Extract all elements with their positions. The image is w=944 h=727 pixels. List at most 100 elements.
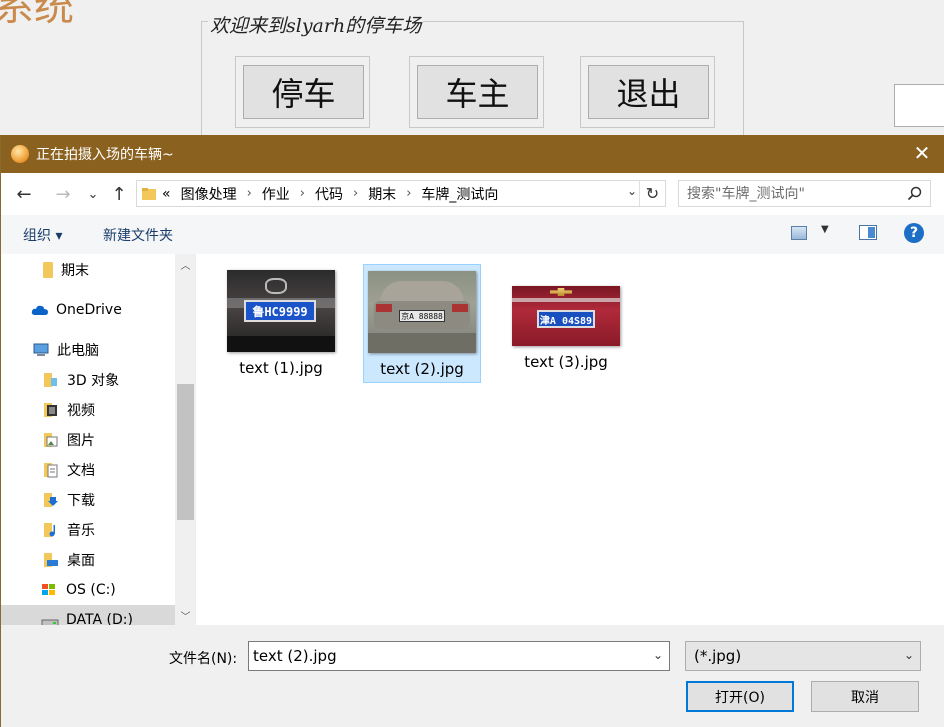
app-title-fragment: 系统 xyxy=(0,0,74,30)
file-name: text (3).jpg xyxy=(524,353,608,371)
tree-item-desktop[interactable]: 桌面 xyxy=(1,545,176,575)
file-list-pane[interactable]: 鲁HC9999 text (1).jpg 京A 88888 text (2).j… xyxy=(198,254,944,625)
file-item[interactable]: 京A 88888 text (2).jpg xyxy=(363,264,481,383)
folder-icon xyxy=(43,262,53,278)
refresh-button[interactable]: ↻ xyxy=(639,181,665,206)
dialog-footer: 文件名(N): ⌄ (*.jpg) ⌄ 打开(O) 取消 xyxy=(1,625,944,727)
file-name: text (1).jpg xyxy=(239,359,323,377)
tree-item-downloads[interactable]: 下载 xyxy=(1,485,176,515)
breadcrumb: « 图像处理 › 作业 › 代码 › 期末 › 车牌_测试向 xyxy=(162,184,498,204)
search-box[interactable] xyxy=(678,180,931,207)
tree-item-drive-d[interactable]: DATA (D:) xyxy=(1,605,176,625)
chevron-right-icon[interactable]: › xyxy=(353,186,358,201)
change-view-icon[interactable] xyxy=(791,226,807,240)
filename-combobox[interactable]: ⌄ xyxy=(248,641,670,671)
tree-item-label: 音乐 xyxy=(67,523,95,539)
tree-item-label: 期末 xyxy=(61,263,89,279)
chevron-right-icon[interactable]: › xyxy=(300,186,305,201)
tree-item-pictures[interactable]: 图片 xyxy=(1,425,176,455)
search-input[interactable] xyxy=(687,182,902,205)
back-arrow-icon: ← xyxy=(16,183,32,205)
refresh-icon: ↻ xyxy=(645,184,660,203)
breadcrumb-item[interactable]: 车牌_测试向 xyxy=(421,184,498,204)
filetype-select[interactable]: (*.jpg) ⌄ xyxy=(685,641,921,671)
image-thumbnail: 津A 04S89 xyxy=(512,286,620,346)
help-button[interactable]: ? xyxy=(904,223,924,243)
documents-icon xyxy=(44,463,58,478)
preview-pane-icon[interactable] xyxy=(859,225,877,240)
license-plate: 京A 88888 xyxy=(399,310,445,322)
image-thumbnail: 京A 88888 xyxy=(368,271,476,353)
tree-item-this-pc[interactable]: 此电脑 xyxy=(1,335,176,365)
tree-item-label: 下载 xyxy=(67,493,95,509)
file-item[interactable]: 津A 04S89 text (3).jpg xyxy=(507,264,625,383)
chevron-down-icon[interactable]: ⌄ xyxy=(653,648,663,662)
drive-c-icon xyxy=(42,584,55,595)
owner-button-frame: 车主 xyxy=(409,56,544,128)
recent-locations-button[interactable]: ⌄ xyxy=(81,183,105,205)
music-icon xyxy=(44,523,55,537)
3d-objects-icon xyxy=(44,373,57,387)
computer-icon xyxy=(33,343,49,356)
scroll-down-icon[interactable]: ﹀ xyxy=(175,605,195,625)
tree-item-drive-c[interactable]: OS (C:) xyxy=(1,575,176,605)
file-name: text (2).jpg xyxy=(380,360,464,378)
breadcrumb-item[interactable]: 代码 xyxy=(315,184,343,204)
tree-item-final[interactable]: 期末 xyxy=(1,255,176,285)
cloud-icon xyxy=(31,305,48,315)
organize-button[interactable]: 组织 ▾ xyxy=(23,225,62,245)
view-dropdown-icon[interactable]: ▼ xyxy=(821,224,829,235)
license-plate: 津A 04S89 xyxy=(537,310,595,328)
tree-item-label: 文档 xyxy=(67,463,95,479)
tree-item-videos[interactable]: 视频 xyxy=(1,395,176,425)
up-button[interactable]: ↑ xyxy=(107,183,131,205)
breadcrumb-item[interactable]: 期末 xyxy=(368,184,396,204)
breadcrumb-overflow[interactable]: « xyxy=(162,186,171,202)
cancel-button[interactable]: 取消 xyxy=(811,681,919,712)
chevron-right-icon[interactable]: › xyxy=(406,186,411,201)
open-file-dialog: 正在拍摄入场的车辆~ ✕ ← → ⌄ ↑ « 图像处理 › 作业 › 代码 › … xyxy=(0,135,944,727)
dialog-titlebar[interactable]: 正在拍摄入场的车辆~ ✕ xyxy=(1,135,944,173)
scrollbar-thumb[interactable] xyxy=(177,384,194,520)
downloads-icon xyxy=(44,493,58,507)
filename-input[interactable] xyxy=(253,644,643,668)
background-input-field[interactable] xyxy=(894,84,944,127)
tree-item-music[interactable]: 音乐 xyxy=(1,515,176,545)
tree-item-label: 图片 xyxy=(67,433,95,449)
close-button[interactable]: ✕ xyxy=(909,140,935,166)
filename-label: 文件名(N): xyxy=(169,651,238,667)
forward-button[interactable]: → xyxy=(51,183,75,205)
exit-button[interactable]: 退出 xyxy=(588,65,709,119)
chevron-down-icon[interactable]: ⌄ xyxy=(904,648,914,662)
address-bar[interactable]: « 图像处理 › 作业 › 代码 › 期末 › 车牌_测试向 ⌄ ↻ xyxy=(136,180,666,207)
chevron-right-icon[interactable]: › xyxy=(247,186,252,201)
forward-arrow-icon: → xyxy=(55,183,71,205)
new-folder-button[interactable]: 新建文件夹 xyxy=(103,225,173,245)
command-bar: 组织 ▾ 新建文件夹 ▼ ? xyxy=(1,215,944,254)
up-arrow-icon: ↑ xyxy=(111,183,127,205)
back-button[interactable]: ← xyxy=(12,183,36,205)
folder-icon xyxy=(142,187,156,200)
dialog-title: 正在拍摄入场的车辆~ xyxy=(36,147,174,163)
tree-item-documents[interactable]: 文档 xyxy=(1,455,176,485)
scroll-up-icon[interactable]: ︿ xyxy=(175,254,195,274)
tree-item-label: OS (C:) xyxy=(66,582,116,598)
tree-item-3d-objects[interactable]: 3D 对象 xyxy=(1,365,176,395)
tree-item-label: OneDrive xyxy=(56,302,122,318)
navigation-scrollbar[interactable]: ︿ ﹀ xyxy=(175,254,195,625)
breadcrumb-item[interactable]: 作业 xyxy=(262,184,290,204)
breadcrumb-item[interactable]: 图像处理 xyxy=(181,184,237,204)
tree-item-label: 桌面 xyxy=(67,553,95,569)
search-icon[interactable] xyxy=(907,186,922,201)
address-dropdown-icon[interactable]: ⌄ xyxy=(627,184,637,198)
owner-button[interactable]: 车主 xyxy=(417,65,538,119)
park-button[interactable]: 停车 xyxy=(243,65,364,119)
file-item[interactable]: 鲁HC9999 text (1).jpg xyxy=(222,264,340,383)
welcome-legend: 欢迎来到slyarh的停车场 xyxy=(208,11,424,38)
tree-item-onedrive[interactable]: OneDrive xyxy=(1,295,176,325)
tree-item-label: DATA (D:) xyxy=(66,612,133,625)
open-button[interactable]: 打开(O) xyxy=(686,681,794,712)
desktop-icon xyxy=(44,553,58,567)
navigation-pane[interactable]: 期末 OneDrive 此电脑 3D 对象 视频 图片 文档 下载 音乐 桌面 … xyxy=(1,254,196,625)
app-icon xyxy=(11,145,29,163)
